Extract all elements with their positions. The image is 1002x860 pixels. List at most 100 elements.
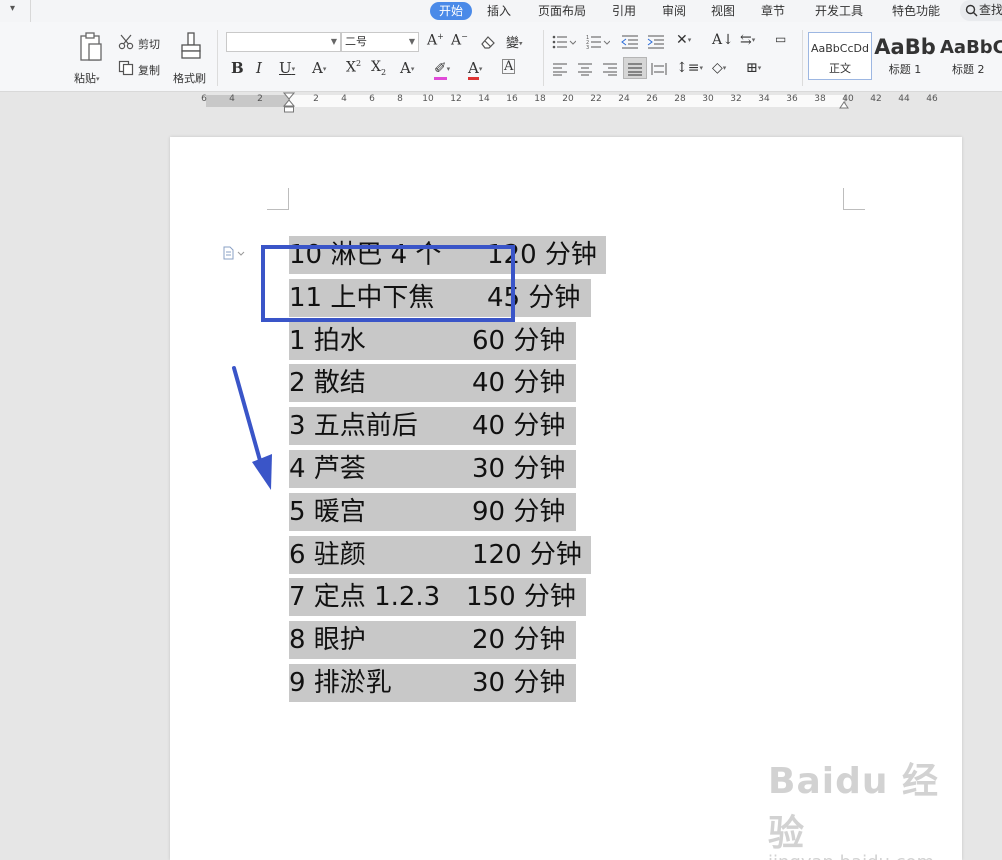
ruler-tick: 38	[814, 94, 826, 104]
cut-button[interactable]: 剪切	[118, 34, 168, 52]
document-line[interactable]: 8 眼护 20 分钟	[289, 621, 576, 659]
font-name-combo[interactable]: ▼	[226, 32, 341, 52]
document-line[interactable]: 1 拍水 60 分钟	[289, 322, 576, 360]
style-heading-1[interactable]: AaBb 标题 1	[874, 32, 936, 80]
decrease-indent-icon[interactable]	[621, 34, 639, 50]
watermark-logo: Baidu 经验	[768, 761, 940, 854]
ruler-tick: 36	[786, 94, 798, 104]
document-line[interactable]: 7 定点 1.2.3 150 分钟	[289, 578, 586, 616]
line-item-duration: 20 分钟	[472, 625, 566, 655]
align-left-icon[interactable]	[552, 62, 568, 76]
annotation-arrow-icon	[232, 366, 272, 490]
line-item-duration: 150 分钟	[466, 582, 576, 612]
ruler-tick: 26	[646, 94, 658, 104]
strikethrough-icon[interactable]: A▾	[312, 59, 326, 77]
grow-font-icon[interactable]: A+	[427, 32, 444, 49]
eraser-icon[interactable]	[480, 34, 496, 50]
search-label: 查找	[979, 3, 1002, 17]
italic-icon[interactable]: I	[256, 59, 262, 77]
distribute-icon[interactable]	[651, 62, 667, 76]
phonetic-guide-icon[interactable]: 變▾	[506, 32, 523, 51]
cut-label: 剪切	[138, 38, 160, 51]
tab-review[interactable]: 审阅	[662, 2, 686, 20]
align-center-icon[interactable]	[577, 62, 593, 76]
copy-button[interactable]: 复制	[118, 60, 168, 78]
copy-icon	[118, 60, 134, 76]
indent-marker-icon[interactable]	[283, 92, 295, 114]
style-heading-2[interactable]: AaBbC 标题 2	[938, 32, 1002, 80]
line-item-duration: 30 分钟	[472, 668, 566, 698]
ruler-tick: 10	[422, 94, 434, 104]
ruler-tick: 6	[201, 94, 207, 104]
align-right-icon[interactable]	[602, 62, 618, 76]
document-line[interactable]: 4 芦荟 30 分钟	[289, 450, 576, 488]
numbered-list-icon[interactable]: 123	[586, 34, 610, 50]
baidu-watermark: Baidu 经验 jingyan.baidu.com	[768, 752, 968, 860]
shrink-font-icon[interactable]: A−	[451, 32, 468, 49]
svg-text:3: 3	[586, 45, 589, 50]
ribbon-toolbar: 粘贴▾ 剪切 复制 格式刷 ▼ 二号 ▼ A+ A− 變▾ B I U▾ A▾ …	[0, 22, 1002, 92]
sort-icon[interactable]: A↓	[712, 32, 734, 48]
font-size-combo[interactable]: 二号 ▼	[341, 32, 419, 52]
right-indent-marker-icon[interactable]	[839, 95, 849, 109]
ruler-tick: 42	[870, 94, 882, 104]
justify-button[interactable]	[623, 57, 647, 79]
line-item-duration: 40 分钟	[472, 368, 566, 398]
chinese-layout-icon[interactable]: ✕▾	[676, 32, 691, 48]
ruler-tick: 16	[506, 94, 518, 104]
margin-corner-top-right	[843, 188, 865, 210]
tab-page-layout[interactable]: 页面布局	[538, 2, 586, 20]
paragraph-handle-icon[interactable]	[222, 246, 246, 260]
tab-view[interactable]: 视图	[711, 2, 735, 20]
paste-label: 粘贴▾	[74, 72, 100, 85]
ruler-tick: 8	[397, 94, 403, 104]
character-border-icon[interactable]: A	[502, 59, 516, 74]
document-line[interactable]: 9 排淤乳 30 分钟	[289, 664, 576, 702]
ruler-toggle-icon[interactable]: ▭	[775, 32, 786, 46]
line-item-name: 1 拍水	[289, 326, 366, 356]
tab-special-features[interactable]: 特色功能	[892, 2, 940, 20]
document-line[interactable]: 6 驻颜 120 分钟	[289, 536, 591, 574]
increase-indent-icon[interactable]	[647, 34, 665, 50]
highlight-icon[interactable]: ✐▾	[434, 59, 450, 80]
format-painter-label: 格式刷	[173, 72, 206, 85]
bullet-list-icon[interactable]	[552, 34, 576, 50]
ribbon-separator	[217, 30, 218, 86]
ruler-tick: 30	[702, 94, 714, 104]
document-line[interactable]: 2 散结 40 分钟	[289, 364, 576, 402]
chevron-down-icon[interactable]: ▼	[409, 33, 415, 51]
tab-references[interactable]: 引用	[612, 2, 636, 20]
annotation-highlight-box	[261, 245, 515, 322]
subscript-icon[interactable]: X2	[371, 59, 386, 77]
tab-home[interactable]: 开始	[430, 2, 473, 20]
line-item-name: 2 散结	[289, 368, 366, 398]
ruler-tick: 4	[229, 94, 235, 104]
tab-chapter[interactable]: 章节	[761, 2, 785, 20]
horizontal-ruler[interactable]: 6 4 2 2 4 6 8 10 12 14 16 18 20 22 24 26 28 30 32 34 36 38 40 4…	[0, 92, 1002, 113]
ruler-tick: 24	[618, 94, 630, 104]
ruler-tick: 46	[926, 94, 938, 104]
font-size-value: 二号	[345, 35, 367, 48]
tab-developer[interactable]: 开发工具	[815, 2, 863, 20]
style-normal[interactable]: AaBbCcDd 正文	[808, 32, 872, 80]
show-hide-marks-icon[interactable]: ⇆▾	[740, 32, 755, 48]
line-spacing-icon[interactable]: ↕≡▾	[676, 60, 703, 76]
chevron-down-icon[interactable]: ▼	[331, 33, 337, 51]
superscript-icon[interactable]: X2	[346, 59, 361, 76]
bold-icon[interactable]: B	[231, 59, 244, 77]
underline-icon[interactable]: U▾	[279, 59, 295, 77]
quick-access-dropdown-icon[interactable]: ▾	[10, 3, 15, 14]
borders-icon[interactable]: ⊞▾	[746, 60, 761, 76]
format-painter-button[interactable]: 格式刷	[172, 30, 212, 86]
text-effect-icon[interactable]: A▾	[400, 59, 414, 77]
document-line[interactable]: 5 暖宫 90 分钟	[289, 493, 576, 531]
shading-icon[interactable]: ◇▾	[712, 60, 726, 76]
line-item-name: 3 五点前后	[289, 411, 418, 441]
line-item-name: 7 定点 1.2.3	[289, 582, 441, 612]
paste-button[interactable]: 粘贴▾	[74, 30, 110, 86]
line-item-name: 8 眼护	[289, 625, 366, 655]
tab-insert[interactable]: 插入	[487, 2, 511, 20]
font-color-icon[interactable]: A▾	[468, 59, 482, 80]
search-box[interactable]: 查找	[960, 0, 1002, 21]
document-line[interactable]: 3 五点前后 40 分钟	[289, 407, 576, 445]
